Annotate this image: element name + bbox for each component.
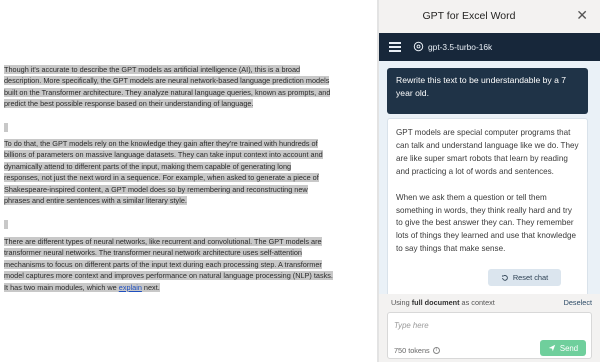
context-bar: Using full document as context Deselect [379, 294, 600, 311]
text-line: phrases and entire sentences with a simi… [4, 196, 187, 206]
assistant-paragraph: When we ask them a question or tell them… [396, 192, 576, 254]
text-line: dynamically attend to different parts of… [4, 161, 292, 171]
send-icon [548, 344, 556, 352]
explain-link[interactable]: explain [119, 283, 142, 292]
prompt-input[interactable] [394, 317, 584, 333]
document-paragraph-3[interactable]: There are different types of neural netw… [4, 236, 372, 293]
gpt-addin-panel: GPT for Excel Word ✕ gpt-3.5-turbo-16k R… [379, 0, 600, 362]
deselect-button[interactable]: Deselect [564, 298, 592, 307]
context-text: Using full document as context [391, 298, 495, 307]
text-line: billions of parameters on massive langua… [4, 150, 323, 160]
context-scope: full document [411, 298, 460, 307]
openai-icon [413, 41, 424, 52]
reset-chat-button[interactable]: Reset chat [488, 269, 561, 286]
empty-paragraph-mark [4, 123, 8, 132]
panel-title: GPT for Excel Word [422, 10, 516, 22]
model-selector[interactable]: gpt-3.5-turbo-16k [428, 42, 492, 52]
text-line: transformer neural networks. The transfo… [4, 248, 302, 258]
text-line: Though it's accurate to describe the GPT… [4, 65, 301, 74]
tokens-label: 750 tokens [394, 346, 430, 355]
reset-icon [501, 274, 508, 281]
send-button[interactable]: Send [540, 340, 586, 356]
text-line: built on the Transformer architecture. T… [4, 87, 331, 97]
token-counter: 750 tokens i [394, 346, 440, 355]
text-line: model captures more context and improves… [4, 271, 333, 281]
panel-title-bar: GPT for Excel Word ✕ [379, 0, 600, 33]
info-icon[interactable]: i [432, 347, 440, 354]
text-segment: next. [141, 282, 160, 292]
close-icon[interactable]: ✕ [576, 7, 588, 24]
assistant-message: GPT models are special computer programs… [387, 118, 588, 294]
empty-paragraph-mark [4, 220, 8, 229]
model-toolbar: gpt-3.5-turbo-16k [379, 33, 600, 61]
text-line: predict the best possible response based… [4, 99, 254, 109]
text-line: mechanisms to focus on different parts o… [4, 259, 322, 269]
prompt-box: 750 tokens i Send [387, 312, 592, 359]
reset-chat-label: Reset chat [512, 273, 549, 282]
context-prefix: Using [391, 298, 412, 307]
document-paragraph-1[interactable]: Though it's accurate to describe the GPT… [4, 64, 372, 110]
text-line: To do that, the GPT models rely on the k… [4, 139, 318, 148]
assistant-paragraph: GPT models are special computer programs… [396, 128, 579, 176]
text-line: Shakespeare-inspired content, a GPT mode… [4, 184, 308, 194]
chat-area[interactable]: Rewrite this text to be understandable b… [379, 61, 600, 294]
context-suffix: as context [459, 298, 495, 307]
text-line: There are different types of neural netw… [4, 237, 322, 246]
document-paragraph-2[interactable]: To do that, the GPT models rely on the k… [4, 138, 372, 206]
text-line: It has two main modules, which we explai… [4, 282, 160, 292]
document-area[interactable]: Though it's accurate to describe the GPT… [0, 0, 376, 362]
text-line: responses, not just the next word in a s… [4, 173, 319, 183]
text-segment: It has two main modules, which we [4, 282, 119, 292]
user-message: Rewrite this text to be understandable b… [387, 68, 588, 114]
hamburger-menu-icon[interactable] [389, 42, 401, 52]
send-label: Send [559, 343, 579, 353]
text-line: description. More specifically, the GPT … [4, 76, 330, 86]
